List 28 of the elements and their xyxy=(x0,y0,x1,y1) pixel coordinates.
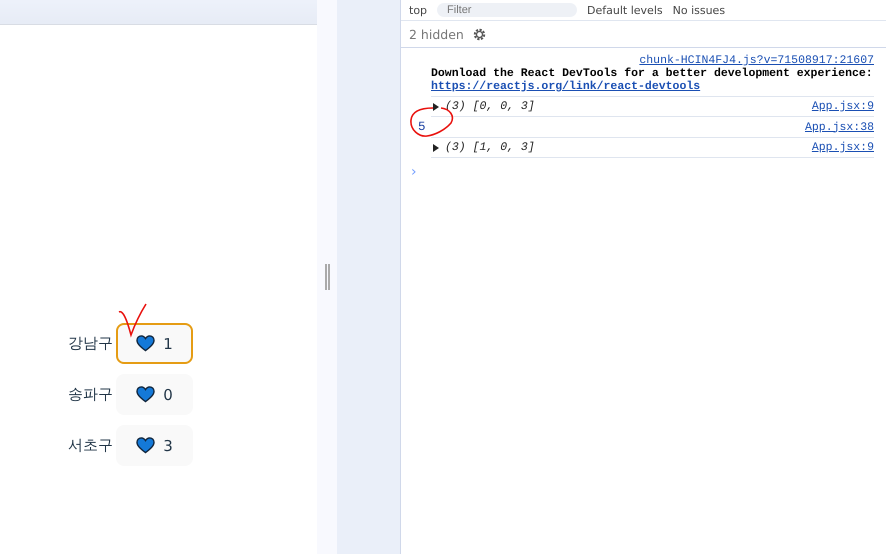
number-log: 5 xyxy=(418,120,426,134)
console-message: Download the React DevTools for a better development experience: xyxy=(431,67,874,80)
source-link[interactable]: App.jsx:9 xyxy=(812,141,874,154)
array-log[interactable]: (3) [1, 0, 3] xyxy=(445,141,535,154)
source-link[interactable]: App.jsx:9 xyxy=(812,100,874,113)
source-link[interactable]: App.jsx:38 xyxy=(804,120,874,134)
expand-triangle-icon[interactable] xyxy=(433,102,439,110)
devtools-link[interactable]: https://reactjs.org/link/react-devtools xyxy=(431,80,700,93)
array-log[interactable]: (3) [0, 0, 3] xyxy=(445,100,535,113)
like-button[interactable]: 0 xyxy=(116,374,193,415)
district-label: 강남구 xyxy=(68,334,114,353)
check-mark-annotation xyxy=(117,302,149,338)
context-selector[interactable]: top xyxy=(409,4,428,16)
district-label: 서초구 xyxy=(68,436,114,455)
settings-icon[interactable] xyxy=(472,26,487,42)
issues-label: No issues xyxy=(672,4,726,16)
levels-dropdown[interactable]: Default levels xyxy=(587,4,663,16)
like-button[interactable]: 3 xyxy=(116,425,193,466)
heart-icon xyxy=(136,335,156,352)
district-label: 송파구 xyxy=(68,385,114,404)
resize-handle[interactable] xyxy=(324,264,330,290)
heart-icon xyxy=(136,386,156,403)
heart-icon xyxy=(136,437,156,454)
like-button[interactable]: 1 xyxy=(116,323,193,364)
source-link[interactable]: chunk-HCIN4FJ4.js?v=71508917:21607 xyxy=(431,54,874,67)
hidden-count: 2 hidden xyxy=(409,26,464,42)
expand-triangle-icon[interactable] xyxy=(433,144,439,152)
filter-field[interactable]: Filter xyxy=(437,3,578,17)
